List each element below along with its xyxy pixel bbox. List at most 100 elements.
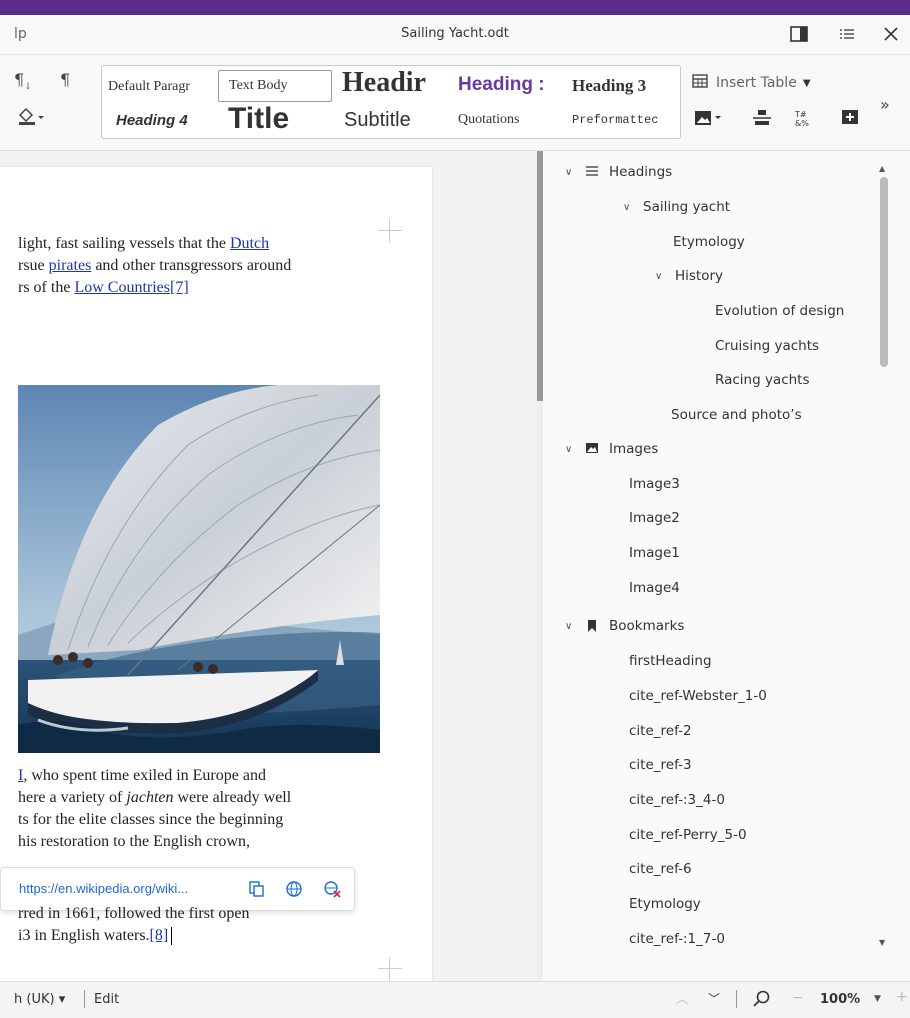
style-subtitle[interactable]: Subtitle [344,104,444,136]
insert-table-button[interactable]: Insert Table ▼ [692,73,811,93]
chevron-down-icon[interactable]: ∨ [565,167,579,178]
style-text-body[interactable]: Text Body [218,70,332,102]
paragraph-line: light, fast sailing vessels that the Dut… [18,233,269,255]
menu-list-icon[interactable] [836,23,858,45]
margin-corner-mark [378,219,402,243]
document-page[interactable]: light, fast sailing vessels that the Dut… [0,167,432,981]
navigator-item-heading[interactable]: Source and photo’s [671,398,802,432]
navigator-item-image[interactable]: Image4 [629,571,680,605]
text-run: light, fast sailing vessels that the [18,235,230,252]
sidebar-toggle-icon[interactable] [788,23,810,45]
navigator-scrollbar[interactable]: ▲ ▼ [876,162,890,962]
formatting-marks-icon[interactable]: ¶ [60,70,70,89]
navigator-item-bookmark[interactable]: cite_ref-:3_4-0 [629,783,725,817]
navigator-category-bookmarks[interactable]: ∨ Bookmarks [565,609,684,643]
link-low-countries[interactable]: Low Countries [74,279,170,296]
navigator-item-bookmark[interactable]: cite_ref-6 [629,852,692,886]
sailing-yacht-photo[interactable] [18,385,380,753]
paragraph-styles-gallery: Default Paragr Text Body Headir Heading … [101,65,681,139]
style-heading-2[interactable]: Heading : [458,69,562,101]
zoom-level[interactable]: 100% [820,992,860,1007]
text-run: rsue [18,257,49,274]
style-default-paragraph[interactable]: Default Paragr [108,71,218,103]
paragraph-line: rsue pirates and other transgressors aro… [18,255,291,277]
chevron-down-icon[interactable]: ∨ [565,621,579,632]
navigator-item-heading[interactable]: ∨ History [655,259,723,293]
paragraph-line: here a variety of jachten were already w… [18,787,291,809]
chevron-down-icon[interactable]: ∨ [623,202,637,213]
image-icon [585,442,601,456]
navigator-category-headings[interactable]: ∨ Headings [565,155,672,189]
svg-text:T#: T# [794,110,807,119]
style-heading-4[interactable]: Heading 4 [116,104,212,136]
previous-page-icon[interactable]: ︿ [676,990,688,1007]
toolbar-overflow-button[interactable]: » [880,95,890,114]
close-icon[interactable] [880,23,902,45]
text-run: i3 in English waters. [18,927,150,944]
navigator-panel: ∨ Headings ∨ Sailing yacht Etymology ∨ His… [543,151,910,981]
navigator-item-heading[interactable]: Racing yachts [715,363,810,397]
zoom-icon[interactable] [752,989,772,1013]
window-accent-bar [0,0,910,15]
zoom-out-icon[interactable]: − [792,990,804,1006]
language-selector[interactable]: h (UK) ▾ [14,992,65,1007]
navigator-item-bookmark[interactable]: firstHeading [629,644,712,678]
navigator-item-bookmark[interactable]: Etymology [629,887,701,921]
remove-link-icon[interactable] [323,880,341,902]
style-quotations[interactable]: Quotations [458,104,558,136]
navigator-item-image[interactable]: Image2 [629,501,680,535]
navigator-category-images[interactable]: ∨ Images [565,432,658,466]
svg-text:&%: &% [795,119,809,127]
zoom-in-icon[interactable]: + [896,989,908,1005]
chevron-down-icon[interactable]: ∨ [655,271,669,282]
headings-icon [585,165,601,179]
formatting-toolbar: ¶↓ ¶ Default Paragr Text Body Headir Hea… [0,55,910,151]
copy-link-icon[interactable] [247,880,265,902]
status-divider [736,990,737,1008]
navigator-item-heading[interactable]: Evolution of design [715,294,844,328]
paragraph-spacing-icon[interactable]: ¶↓ [14,70,32,92]
citation-link[interactable]: [8] [150,927,169,944]
insert-tools: Insert Table ▼ T# &% [692,67,872,139]
title-bar: lp Sailing Yacht.odt [0,15,910,55]
insert-comment-icon[interactable] [840,109,860,131]
link-pirates[interactable]: pirates [49,257,92,274]
next-page-icon[interactable]: ﹀ [708,990,720,1007]
citation-link[interactable]: [7] [170,279,189,296]
navigator-item-bookmark[interactable]: cite_ref-:1_7-0 [629,922,725,956]
insert-table-label: Insert Table [716,75,797,91]
navigator-item-bookmark[interactable]: cite_ref-Perry_5-0 [629,818,747,852]
italic-term: jachten [126,789,174,806]
navigator-item-bookmark[interactable]: cite_ref-3 [629,748,692,782]
insert-image-icon[interactable] [694,109,724,131]
navigator-item-image[interactable]: Image3 [629,467,680,501]
navigator-item-image[interactable]: Image1 [629,536,680,570]
margin-corner-mark [378,957,402,981]
navigator-item-bookmark[interactable]: cite_ref-Webster_1-0 [629,679,767,713]
hyperlink-url[interactable]: https://en.wikipedia.org/wiki... [19,881,188,896]
scrollbar-thumb[interactable] [880,177,888,367]
navigator-item-heading[interactable]: Etymology [673,225,745,259]
scroll-down-arrow-icon[interactable]: ▼ [879,938,885,947]
bookmark-icon [585,619,601,633]
chevron-down-icon[interactable]: ∨ [565,444,579,455]
highlight-color-icon[interactable] [16,106,46,130]
paragraph-line: I, who spent time exiled in Europe and [18,765,266,787]
navigator-item-heading[interactable]: Cruising yachts [715,329,819,363]
document-canvas[interactable]: light, fast sailing vessels that the Dut… [0,151,540,981]
chevron-down-icon: ▼ [802,77,811,89]
navigator-item-heading[interactable]: ∨ Sailing yacht [623,190,730,224]
insert-field-icon[interactable]: T# &% [794,109,814,131]
style-title[interactable]: Title [228,103,338,135]
insert-chart-icon[interactable] [752,109,772,131]
chevron-down-icon[interactable]: ▼ [874,994,881,1004]
text-run: , who spent time exiled in Europe and [23,767,266,784]
scroll-up-arrow-icon[interactable]: ▲ [879,164,885,173]
style-heading-3[interactable]: Heading 3 [572,70,676,102]
edit-link-icon[interactable] [285,880,303,902]
link-dutch[interactable]: Dutch [230,235,269,252]
navigator-item-bookmark[interactable]: cite_ref-2 [629,714,692,748]
style-heading[interactable]: Headir [342,67,448,99]
edit-mode-indicator: Edit [94,992,120,1007]
style-preformatted[interactable]: Preformattec [572,104,676,136]
